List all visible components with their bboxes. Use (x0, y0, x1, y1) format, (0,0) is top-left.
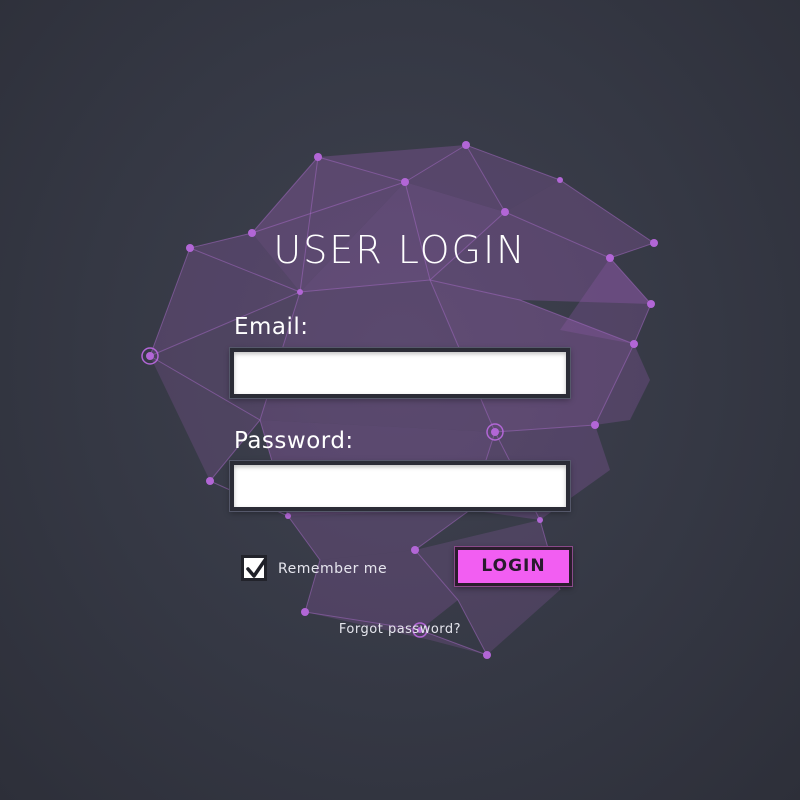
remember-me-label[interactable]: Remember me (278, 561, 387, 577)
login-button[interactable]: LOGIN (454, 546, 573, 587)
email-label: Email: (234, 314, 309, 340)
checkmark-icon (246, 558, 267, 578)
forgot-password-link[interactable]: Forgot password? (0, 622, 800, 637)
password-field[interactable] (229, 460, 571, 512)
login-title: USER LOGIN (273, 228, 527, 272)
password-label: Password: (234, 428, 354, 454)
email-field[interactable] (229, 347, 571, 399)
polygon-mesh-background (141, 141, 658, 659)
remember-me-checkbox[interactable] (241, 555, 267, 581)
